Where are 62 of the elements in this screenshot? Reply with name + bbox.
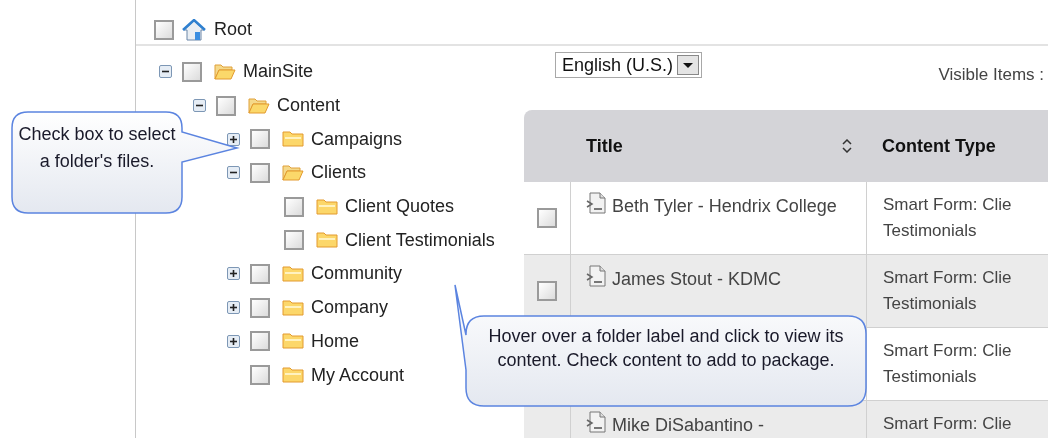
folder-icon <box>316 231 338 250</box>
checkbox[interactable] <box>250 331 270 352</box>
document-icon <box>586 411 608 433</box>
table-cell-text: Smart Form: Clie <box>883 267 1013 289</box>
checkbox[interactable] <box>250 263 270 284</box>
folder-label[interactable]: MainSite <box>243 58 314 86</box>
callout-text: Hover over a folder label and click to view its content. Check content to add to package. <box>487 325 845 372</box>
expand-icon[interactable] <box>227 301 240 315</box>
column-header[interactable]: Title <box>571 110 867 182</box>
visible-items-label: Visible Items : <box>938 64 1045 86</box>
open-folder-icon <box>214 62 236 81</box>
language-select[interactable]: English (U.S.) <box>555 52 703 78</box>
table-cell-text: Smart Form: Clie <box>883 194 1013 216</box>
checkbox[interactable] <box>537 281 557 301</box>
callout-text: Check box to select a folder's files. <box>17 123 177 173</box>
checkbox[interactable] <box>250 162 270 183</box>
checkbox[interactable] <box>154 19 174 40</box>
folder-icon <box>282 264 304 283</box>
column-header[interactable]: Content Type <box>867 110 1048 182</box>
folder-icon <box>316 197 338 216</box>
table-cell[interactable]: Beth Tyler - Hendrix College <box>586 196 837 216</box>
folder-icon <box>282 130 304 149</box>
open-folder-icon <box>282 163 304 182</box>
root-label[interactable]: Root <box>214 16 253 43</box>
folder-label[interactable]: Campaigns <box>311 125 403 153</box>
table-cell-text: Smart Form: Clie <box>883 340 1013 362</box>
checkbox[interactable] <box>537 208 557 228</box>
table-cell-text: Testimonials <box>883 366 978 388</box>
folder-icon <box>282 366 304 385</box>
expand-icon[interactable] <box>227 267 240 281</box>
table-cell-text: Smart Form: Clie <box>883 413 1013 435</box>
document-icon <box>586 192 608 214</box>
folder-label[interactable]: Client Testimonials <box>345 226 495 254</box>
folder-icon <box>282 298 304 317</box>
sort-icon[interactable] <box>842 139 852 153</box>
home-icon <box>182 18 206 41</box>
folder-label[interactable]: Company <box>311 294 389 322</box>
expand-icon[interactable] <box>227 334 240 348</box>
checkbox[interactable] <box>250 297 270 318</box>
table-cell-text: Testimonials <box>883 293 978 315</box>
folder-label[interactable]: My Account <box>311 361 405 389</box>
expand-icon[interactable] <box>227 132 240 146</box>
table-cell[interactable]: James Stout - KDMC <box>586 269 782 289</box>
checkbox[interactable] <box>250 129 270 150</box>
checkbox[interactable] <box>284 230 304 251</box>
checkbox[interactable] <box>250 365 270 386</box>
folder-label[interactable]: Client Quotes <box>345 193 455 221</box>
table-cell[interactable]: Mike DiSabantino - <box>586 415 765 435</box>
checkbox[interactable] <box>182 61 202 82</box>
open-folder-icon <box>248 96 270 115</box>
collapse-icon[interactable] <box>193 99 206 113</box>
checkbox[interactable] <box>284 196 304 217</box>
table-cell-text: Testimonials <box>883 220 978 242</box>
folder-icon <box>282 332 304 351</box>
folder-label[interactable]: Content <box>277 92 341 120</box>
collapse-icon[interactable] <box>159 65 172 79</box>
folder-label[interactable]: Community <box>311 260 403 288</box>
document-icon <box>586 265 608 287</box>
folder-label[interactable]: Home <box>311 327 359 355</box>
collapse-icon[interactable] <box>227 166 240 180</box>
checkbox[interactable] <box>216 95 236 116</box>
folder-label[interactable]: Clients <box>311 159 367 187</box>
